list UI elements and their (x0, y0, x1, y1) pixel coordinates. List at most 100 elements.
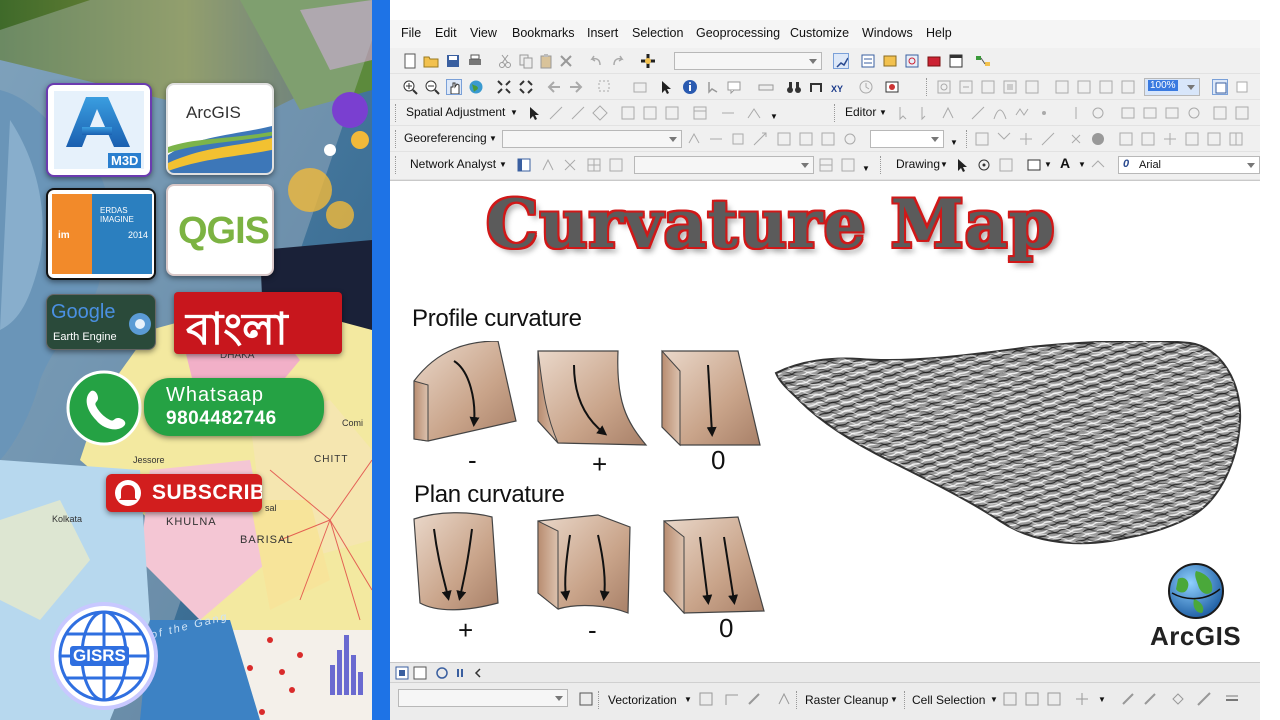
zoom-whole-page-icon[interactable] (1002, 79, 1018, 95)
toolbar-grip[interactable] (880, 156, 883, 174)
georeferencing-menu[interactable]: Georeferencing (404, 131, 487, 145)
point-icon[interactable] (1036, 105, 1052, 121)
layout-view[interactable]: Curvature Map Profile curvature Plan cur… (390, 180, 1260, 662)
cell-selection-menu-arrow[interactable]: ▼ (990, 695, 998, 704)
data-view-button-icon[interactable] (394, 665, 410, 681)
paste-icon[interactable] (538, 53, 554, 69)
network-identify-icon[interactable] (840, 157, 856, 173)
map-scale-dropdown[interactable] (674, 52, 822, 70)
spatial-adjustment-menu-arrow[interactable]: ▼ (510, 108, 518, 117)
line-width-icon[interactable] (1224, 691, 1240, 707)
drawing-menu-arrow[interactable]: ▼ (940, 160, 948, 169)
cogo-transform-icon[interactable] (1068, 131, 1084, 147)
new-document-icon[interactable] (402, 53, 418, 69)
multiple-displacement-icon[interactable] (592, 105, 608, 121)
cut-polygons-icon[interactable] (1212, 105, 1228, 121)
toolbar-options-arrow[interactable]: ▼ (862, 164, 870, 173)
editing-windows-icon[interactable] (1234, 105, 1250, 121)
drawing-menu[interactable]: Drawing (896, 157, 940, 171)
split-tool-icon[interactable] (1068, 105, 1084, 121)
menu-file[interactable]: File (401, 26, 421, 40)
erase-icon[interactable] (1142, 691, 1158, 707)
pan-hand-icon[interactable] (446, 79, 462, 95)
select-move-location-icon[interactable] (562, 157, 578, 173)
select-features-icon[interactable] (597, 79, 613, 95)
whatsapp-contact[interactable]: Whatsaap 9804482746 (144, 378, 324, 436)
menu-customize[interactable]: Customize (790, 26, 849, 40)
toolbar-grip[interactable] (395, 104, 398, 122)
network-layer-dropdown[interactable] (634, 156, 814, 174)
find-connected-cells-icon[interactable] (1024, 691, 1040, 707)
straight-segment-icon[interactable] (970, 105, 986, 121)
layout-view-button-icon[interactable] (412, 665, 428, 681)
raster-cleanup-tool-icon[interactable] (776, 691, 792, 707)
toolbar-grip[interactable] (598, 691, 601, 709)
select-elements-icon[interactable] (658, 79, 674, 95)
edit-vertices-icon[interactable] (940, 105, 956, 121)
print-icon[interactable] (467, 53, 483, 69)
cogo-construct-icon[interactable] (1162, 131, 1178, 147)
cut-icon[interactable] (497, 53, 513, 69)
view-link-table-icon[interactable] (692, 105, 708, 121)
build-network-icon[interactable] (818, 157, 834, 173)
network-analyst-menu-arrow[interactable]: ▼ (499, 160, 507, 169)
menu-geoprocessing[interactable]: Geoprocessing (696, 26, 780, 40)
subscribe-button[interactable]: SUBSCRIBE (106, 474, 262, 512)
find-binoculars-icon[interactable] (786, 79, 802, 95)
cogo-angle-icon[interactable] (1040, 131, 1056, 147)
line-tool-icon[interactable] (1196, 691, 1212, 707)
directions-window-icon[interactable] (608, 157, 624, 173)
shift-icon[interactable] (708, 131, 724, 147)
search-window-icon[interactable] (904, 53, 920, 69)
clear-limited-adjustment-icon[interactable] (664, 105, 680, 121)
toolbar-grip[interactable] (904, 691, 907, 709)
vectorization-settings-icon[interactable] (578, 691, 594, 707)
interactive-selection-icon[interactable] (1046, 691, 1062, 707)
cogo-grid-icon[interactable] (1228, 131, 1244, 147)
create-network-location-icon[interactable] (540, 157, 556, 173)
redo-icon[interactable] (610, 53, 626, 69)
rotate-element-icon[interactable] (976, 157, 992, 173)
toolbar-grip[interactable] (796, 691, 799, 709)
georeferencing-menu-arrow[interactable]: ▼ (489, 134, 497, 143)
copy-icon[interactable] (518, 53, 534, 69)
raster-pencil-icon[interactable] (746, 691, 762, 707)
full-extent-globe-icon[interactable] (468, 79, 484, 95)
scale-icon[interactable] (730, 131, 746, 147)
toolbar-grip[interactable] (395, 130, 398, 148)
update-display-icon[interactable] (842, 131, 858, 147)
network-analyst-window-icon[interactable] (516, 157, 532, 173)
menu-insert[interactable]: Insert (587, 26, 618, 40)
text-menu-arrow[interactable]: ▼ (1078, 160, 1086, 169)
cogo-area-icon[interactable] (1206, 131, 1222, 147)
delete-icon[interactable] (558, 53, 574, 69)
menu-selection[interactable]: Selection (632, 26, 683, 40)
open-folder-icon[interactable] (423, 53, 439, 69)
vectorization-trace-icon[interactable] (698, 691, 714, 707)
brush-icon[interactable] (1120, 691, 1136, 707)
toolbar-grip[interactable] (966, 130, 969, 148)
save-icon[interactable] (445, 53, 461, 69)
reshape-icon[interactable] (1186, 105, 1202, 121)
rectangle-menu-arrow[interactable]: ▼ (1044, 160, 1052, 169)
toolbar-grip[interactable] (834, 104, 837, 122)
menu-bookmarks[interactable]: Bookmarks (512, 26, 575, 40)
zoom-in-icon[interactable] (402, 79, 418, 95)
hyperlink-icon[interactable] (704, 79, 720, 95)
go-forward-extent-icon[interactable] (568, 79, 584, 95)
model-builder-icon[interactable] (975, 53, 991, 69)
attributes-icon[interactable] (1120, 105, 1136, 121)
toolbar-grip[interactable] (395, 156, 398, 174)
edge-match-icon[interactable] (720, 105, 736, 121)
layout-zoom-out-icon[interactable] (958, 79, 974, 95)
pause-drawing-icon[interactable] (452, 665, 468, 681)
cogo-line-icon[interactable] (996, 131, 1012, 147)
layout-zoom-dropdown[interactable]: 100% (1144, 78, 1200, 96)
modify-link-icon[interactable] (570, 105, 586, 121)
cogo-tangent-icon[interactable] (1184, 131, 1200, 147)
undo-icon[interactable] (588, 53, 604, 69)
zoom-100-icon[interactable] (1024, 79, 1040, 95)
toolbar-options-arrow[interactable]: ▼ (770, 112, 778, 121)
menu-windows[interactable]: Windows (862, 26, 913, 40)
raster-line-icon[interactable] (724, 691, 740, 707)
